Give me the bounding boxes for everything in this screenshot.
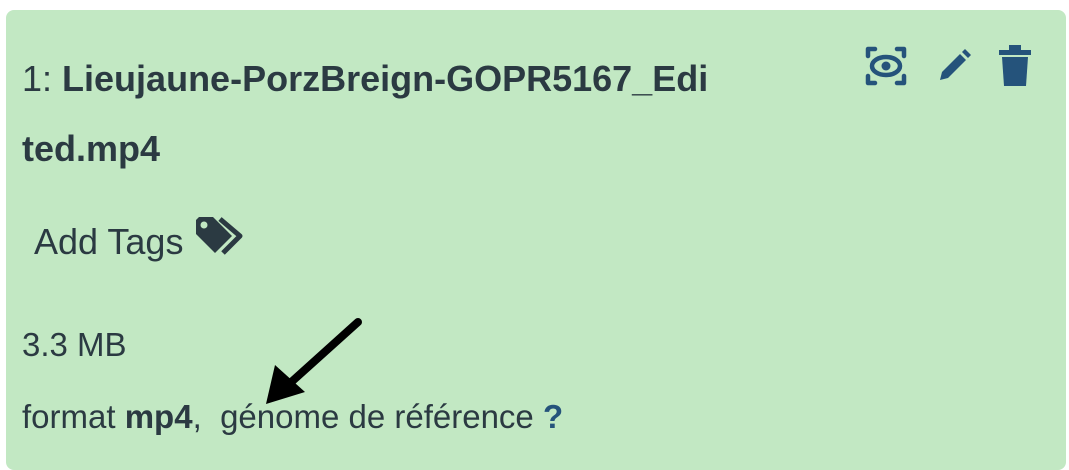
tags-icon xyxy=(193,214,249,269)
dataset-actions xyxy=(862,40,1032,92)
add-tags-label: Add Tags xyxy=(34,220,184,262)
dataset-name-line1[interactable]: Lieujaune-PorzBreign-GOPR5167_Edi xyxy=(62,58,708,99)
trash-icon[interactable] xyxy=(998,44,1032,88)
pencil-icon[interactable] xyxy=(934,46,974,86)
genome-help-link[interactable]: ? xyxy=(543,398,563,435)
dataset-size: 3.3 MB xyxy=(22,326,127,363)
format-value: mp4 xyxy=(124,398,193,435)
dataset-hid: 1: xyxy=(22,58,53,99)
dataset-name-line2[interactable]: ted.mp4 xyxy=(22,128,160,169)
format-separator: , xyxy=(192,398,202,435)
add-tags-button[interactable]: Add Tags xyxy=(34,214,249,269)
dataset-title[interactable]: 1: Lieujaune-PorzBreign-GOPR5167_Edi ted… xyxy=(22,44,822,184)
dataset-format-line: format mp4, génome de référence ? xyxy=(22,398,563,436)
eye-icon[interactable] xyxy=(862,42,910,90)
format-label: format xyxy=(22,398,116,435)
genome-label: génome de référence xyxy=(220,398,534,435)
